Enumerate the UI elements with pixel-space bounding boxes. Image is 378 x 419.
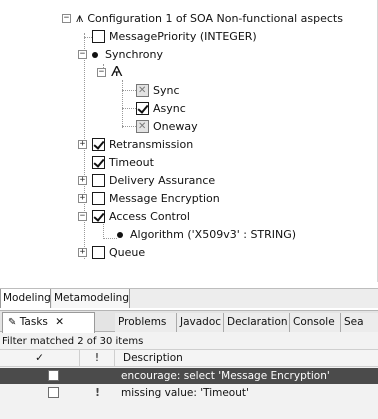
- editor-tab-bar: Modeling Metamodeling: [0, 288, 378, 308]
- tab-modeling[interactable]: Modeling: [0, 289, 51, 308]
- column-header-priority[interactable]: !: [80, 350, 115, 367]
- tasks-view: ✎ Tasks ✕ Problems Javadoc Declaration C…: [0, 310, 378, 419]
- tree-item-label: Async: [153, 102, 186, 115]
- checked-checkbox[interactable]: [136, 102, 149, 115]
- tree-item-oneway[interactable]: Oneway: [136, 118, 198, 135]
- tasks-table-header: ✓ ! Description: [0, 349, 378, 367]
- done-checkbox[interactable]: [48, 387, 59, 398]
- checkbox[interactable]: [92, 192, 105, 205]
- checked-checkbox[interactable]: [92, 156, 105, 169]
- collapse-icon[interactable]: −: [78, 212, 87, 221]
- tree-item-timeout[interactable]: Timeout: [92, 154, 154, 171]
- attribute-icon: [117, 231, 123, 238]
- tree-item-label: Sync: [153, 84, 180, 97]
- tab-tasks-label: Tasks: [19, 316, 48, 328]
- done-cell: [0, 385, 80, 401]
- description-cell: missing value: 'Timeout': [121, 387, 249, 399]
- tree-item-label: MessagePriority (INTEGER): [109, 30, 257, 43]
- expand-icon[interactable]: +: [78, 140, 87, 149]
- tab-problems[interactable]: Problems: [115, 313, 177, 332]
- priority-cell: [80, 368, 115, 384]
- tree-item-sync[interactable]: Sync: [136, 82, 180, 99]
- feature-tree: − ⩚ Configuration 1 of SOA Non-functiona…: [0, 0, 378, 282]
- tree-item-label: Timeout: [109, 156, 154, 169]
- tree-item-label: Access Control: [109, 210, 190, 223]
- tree-item-label: Algorithm ('X509v3' : STRING): [130, 228, 297, 241]
- tab-console[interactable]: Console: [290, 313, 341, 332]
- tree-item-synchrony[interactable]: − Synchrony: [78, 46, 163, 63]
- tab-javadoc[interactable]: Javadoc: [177, 313, 224, 332]
- close-icon[interactable]: ✕: [55, 316, 64, 328]
- done-checkbox[interactable]: [48, 370, 59, 381]
- tree-root-label: Configuration 1 of SOA Non-functional as…: [87, 12, 343, 25]
- tasks-icon: ✎: [8, 317, 17, 328]
- tree-connector: [122, 90, 136, 91]
- tree-item-retransmission[interactable]: + Retransmission: [78, 136, 193, 153]
- disabled-checkbox: [136, 82, 149, 99]
- tree-root[interactable]: − ⩚ Configuration 1 of SOA Non-functiona…: [62, 10, 343, 27]
- collapse-icon[interactable]: −: [62, 14, 71, 23]
- tab-tasks[interactable]: ✎ Tasks ✕: [2, 312, 95, 333]
- tree-item-access-control[interactable]: − Access Control: [78, 208, 190, 225]
- tree-item-alternative-group[interactable]: − Ѧ: [97, 64, 126, 81]
- filter-status: Filter matched 2 of 30 items: [2, 336, 144, 347]
- table-row[interactable]: encourage: select 'Message Encryption': [0, 368, 378, 384]
- tab-declaration[interactable]: Declaration: [224, 313, 290, 332]
- table-row[interactable]: ! missing value: 'Timeout': [0, 385, 378, 401]
- done-cell: [0, 368, 80, 384]
- tree-item-label: Message Encryption: [109, 192, 220, 205]
- tree-item-queue[interactable]: + Queue: [78, 244, 145, 261]
- checked-checkbox[interactable]: [92, 210, 105, 223]
- tree-connector: [122, 108, 136, 109]
- tree-item-label: Retransmission: [109, 138, 194, 151]
- tab-search[interactable]: Sea: [341, 313, 378, 332]
- checked-checkbox[interactable]: [92, 138, 105, 151]
- view-tab-bar: ✎ Tasks ✕ Problems Javadoc Declaration C…: [0, 311, 378, 333]
- priority-cell: !: [95, 387, 100, 399]
- tab-metamodeling[interactable]: Metamodeling: [52, 289, 130, 308]
- tree-item-async[interactable]: Async: [136, 100, 186, 117]
- tree-item-delivery-assurance[interactable]: + Delivery Assurance: [78, 172, 215, 189]
- column-header-description[interactable]: Description: [115, 350, 378, 367]
- checkbox[interactable]: [92, 174, 105, 187]
- tree-item-message-encryption[interactable]: + Message Encryption: [78, 190, 220, 207]
- expand-icon[interactable]: +: [78, 194, 87, 203]
- collapse-icon[interactable]: −: [78, 50, 87, 59]
- expand-icon[interactable]: +: [78, 248, 87, 257]
- column-header-done[interactable]: ✓: [0, 350, 80, 367]
- alternative-group-icon: Ѧ: [111, 65, 123, 80]
- tree-item-messagepriority[interactable]: MessagePriority (INTEGER): [92, 28, 257, 45]
- mandatory-feature-icon: [92, 51, 98, 58]
- tree-item-label: Queue: [109, 246, 146, 259]
- tree-item-algorithm[interactable]: Algorithm ('X509v3' : STRING): [117, 226, 296, 243]
- checkbox[interactable]: [92, 30, 105, 43]
- tree-connector: [122, 80, 123, 128]
- tree-item-label: Oneway: [153, 120, 198, 133]
- checkbox[interactable]: [92, 246, 105, 259]
- tree-item-label: Synchrony: [105, 48, 163, 61]
- expand-icon[interactable]: +: [78, 176, 87, 185]
- tree-connector: [103, 238, 117, 239]
- feature-root-icon: ⩚: [76, 11, 84, 26]
- collapse-icon[interactable]: −: [97, 68, 106, 77]
- tree-item-label: Delivery Assurance: [109, 174, 216, 187]
- disabled-checkbox: [136, 118, 149, 135]
- tree-connector: [122, 126, 136, 127]
- description-cell: encourage: select 'Message Encryption': [121, 370, 330, 382]
